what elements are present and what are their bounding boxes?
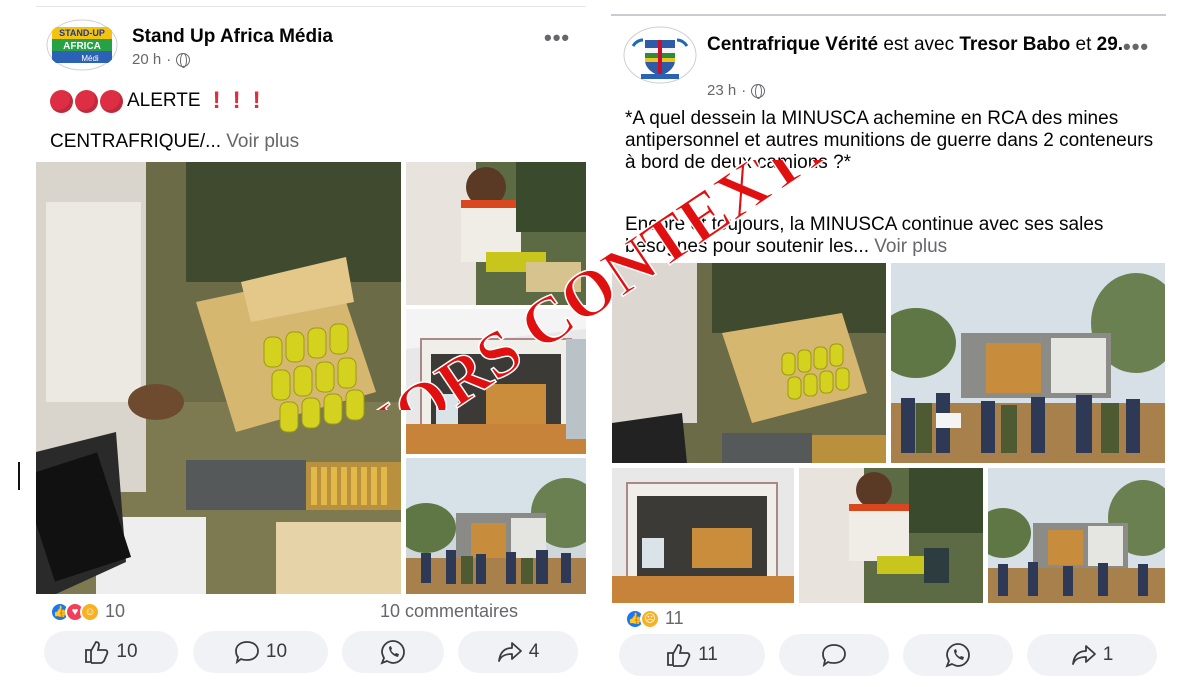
red-circle-icon [100, 89, 123, 113]
thumbs-up-icon [667, 644, 691, 667]
alert-word: ALERTE [127, 90, 201, 111]
reactions-summary[interactable]: 👍 ☹ 11 [625, 608, 684, 629]
sad-reaction-icon: ☹ [640, 608, 660, 629]
like-button-count: 10 [116, 641, 138, 662]
avatar-text-bot: Médi [81, 54, 99, 63]
photo-man-inspecting[interactable] [799, 468, 983, 603]
share-icon [497, 642, 522, 662]
comment-button[interactable] [779, 634, 889, 676]
like-button[interactable]: 11 [619, 634, 765, 676]
photo-ammo-crate[interactable] [36, 162, 401, 594]
globe-icon [176, 52, 191, 68]
exclamation-icon: ! [252, 87, 261, 114]
whatsapp-button[interactable] [342, 631, 444, 673]
comment-button-count: 10 [265, 641, 288, 662]
post-text-line: CENTRAFRIQUE/... [50, 131, 222, 152]
red-circle-icon [75, 89, 98, 113]
avatar-text-mid: AFRICA [63, 41, 101, 52]
photo-crowd-trucks[interactable] [891, 263, 1165, 463]
tagged-others[interactable]: 29. [1097, 34, 1123, 55]
comments-count-link[interactable]: 10 commentaires [380, 601, 518, 622]
meta-dot: · [741, 82, 747, 99]
globe-icon [751, 83, 766, 99]
like-button[interactable]: 10 [44, 631, 178, 673]
avatar-text-top: STAND-UP [59, 28, 105, 38]
exclamation-icon: ! [212, 87, 221, 114]
share-button[interactable]: 1 [1027, 634, 1157, 676]
photo-crowd-trucks-2[interactable] [988, 468, 1165, 603]
exclamation-icon: ! [232, 87, 241, 114]
whatsapp-button[interactable] [903, 634, 1013, 676]
share-count: 4 [528, 641, 540, 662]
post-text: CENTRAFRIQUE/... Voir plus [50, 131, 299, 153]
reaction-count: 10 [105, 601, 126, 621]
photo-open-container[interactable] [406, 309, 586, 454]
reaction-count: 11 [665, 608, 684, 628]
share-button[interactable]: 4 [458, 631, 578, 673]
share-count: 1 [1102, 644, 1114, 665]
post-meta: 20 h · [132, 51, 191, 68]
share-icon [1071, 645, 1096, 665]
red-circle-icon [50, 89, 73, 113]
author-name[interactable]: Centrafrique Vérité [707, 34, 878, 55]
reactions-summary[interactable]: 👍 ♥ ☺ 10 [50, 601, 125, 622]
author-name[interactable]: Stand Up Africa Média [132, 25, 333, 49]
photo-man-inspecting[interactable] [406, 162, 586, 305]
with-word: est avec [883, 34, 955, 55]
more-options-icon[interactable]: ••• [544, 25, 570, 51]
photo-open-container[interactable] [612, 468, 794, 603]
left-post: STAND-UP AFRICA Médi Stand Up Africa Méd… [36, 6, 586, 682]
tagged-person[interactable]: Tresor Babo [959, 34, 1070, 55]
stand-up-africa-avatar[interactable]: STAND-UP AFRICA Médi [46, 19, 118, 71]
post-text-line: Encore et toujours, la MINUSCA continue … [625, 214, 1104, 257]
whatsapp-icon [380, 640, 405, 665]
post-time[interactable]: 23 h [707, 82, 736, 99]
care-reaction-icon: ☺ [80, 601, 100, 622]
post-text-p2: Encore et toujours, la MINUSCA continue … [625, 214, 1165, 258]
voir-plus-link[interactable]: Voir plus [226, 131, 299, 152]
whatsapp-icon [945, 643, 970, 668]
post-time[interactable]: 20 h [132, 51, 161, 68]
voir-plus-link[interactable]: Voir plus [874, 236, 947, 257]
author-line: Centrafrique Vérité est avec Tresor Babo… [707, 33, 1127, 57]
photo-crowd-trucks[interactable] [406, 458, 586, 594]
post-text-p1: *A quel dessein la MINUSCA achemine en R… [625, 108, 1154, 173]
right-post: Centrafrique Vérité est avec Tresor Babo… [611, 14, 1166, 682]
post-meta: 23 h · [707, 82, 766, 99]
comment-icon [822, 644, 846, 667]
divider-mark [18, 462, 20, 490]
and-word: et [1075, 34, 1092, 55]
alert-line: ALERTE ! ! ! [50, 87, 267, 115]
meta-dot: · [166, 51, 172, 68]
comment-button[interactable]: 10 [193, 631, 328, 673]
photo-ammo-crate[interactable] [612, 263, 886, 463]
thumbs-up-icon [85, 641, 109, 664]
more-options-icon[interactable]: ••• [1123, 34, 1149, 60]
comment-icon [235, 641, 259, 664]
centrafrique-verite-avatar[interactable] [623, 26, 697, 84]
like-button-count: 11 [698, 644, 718, 665]
